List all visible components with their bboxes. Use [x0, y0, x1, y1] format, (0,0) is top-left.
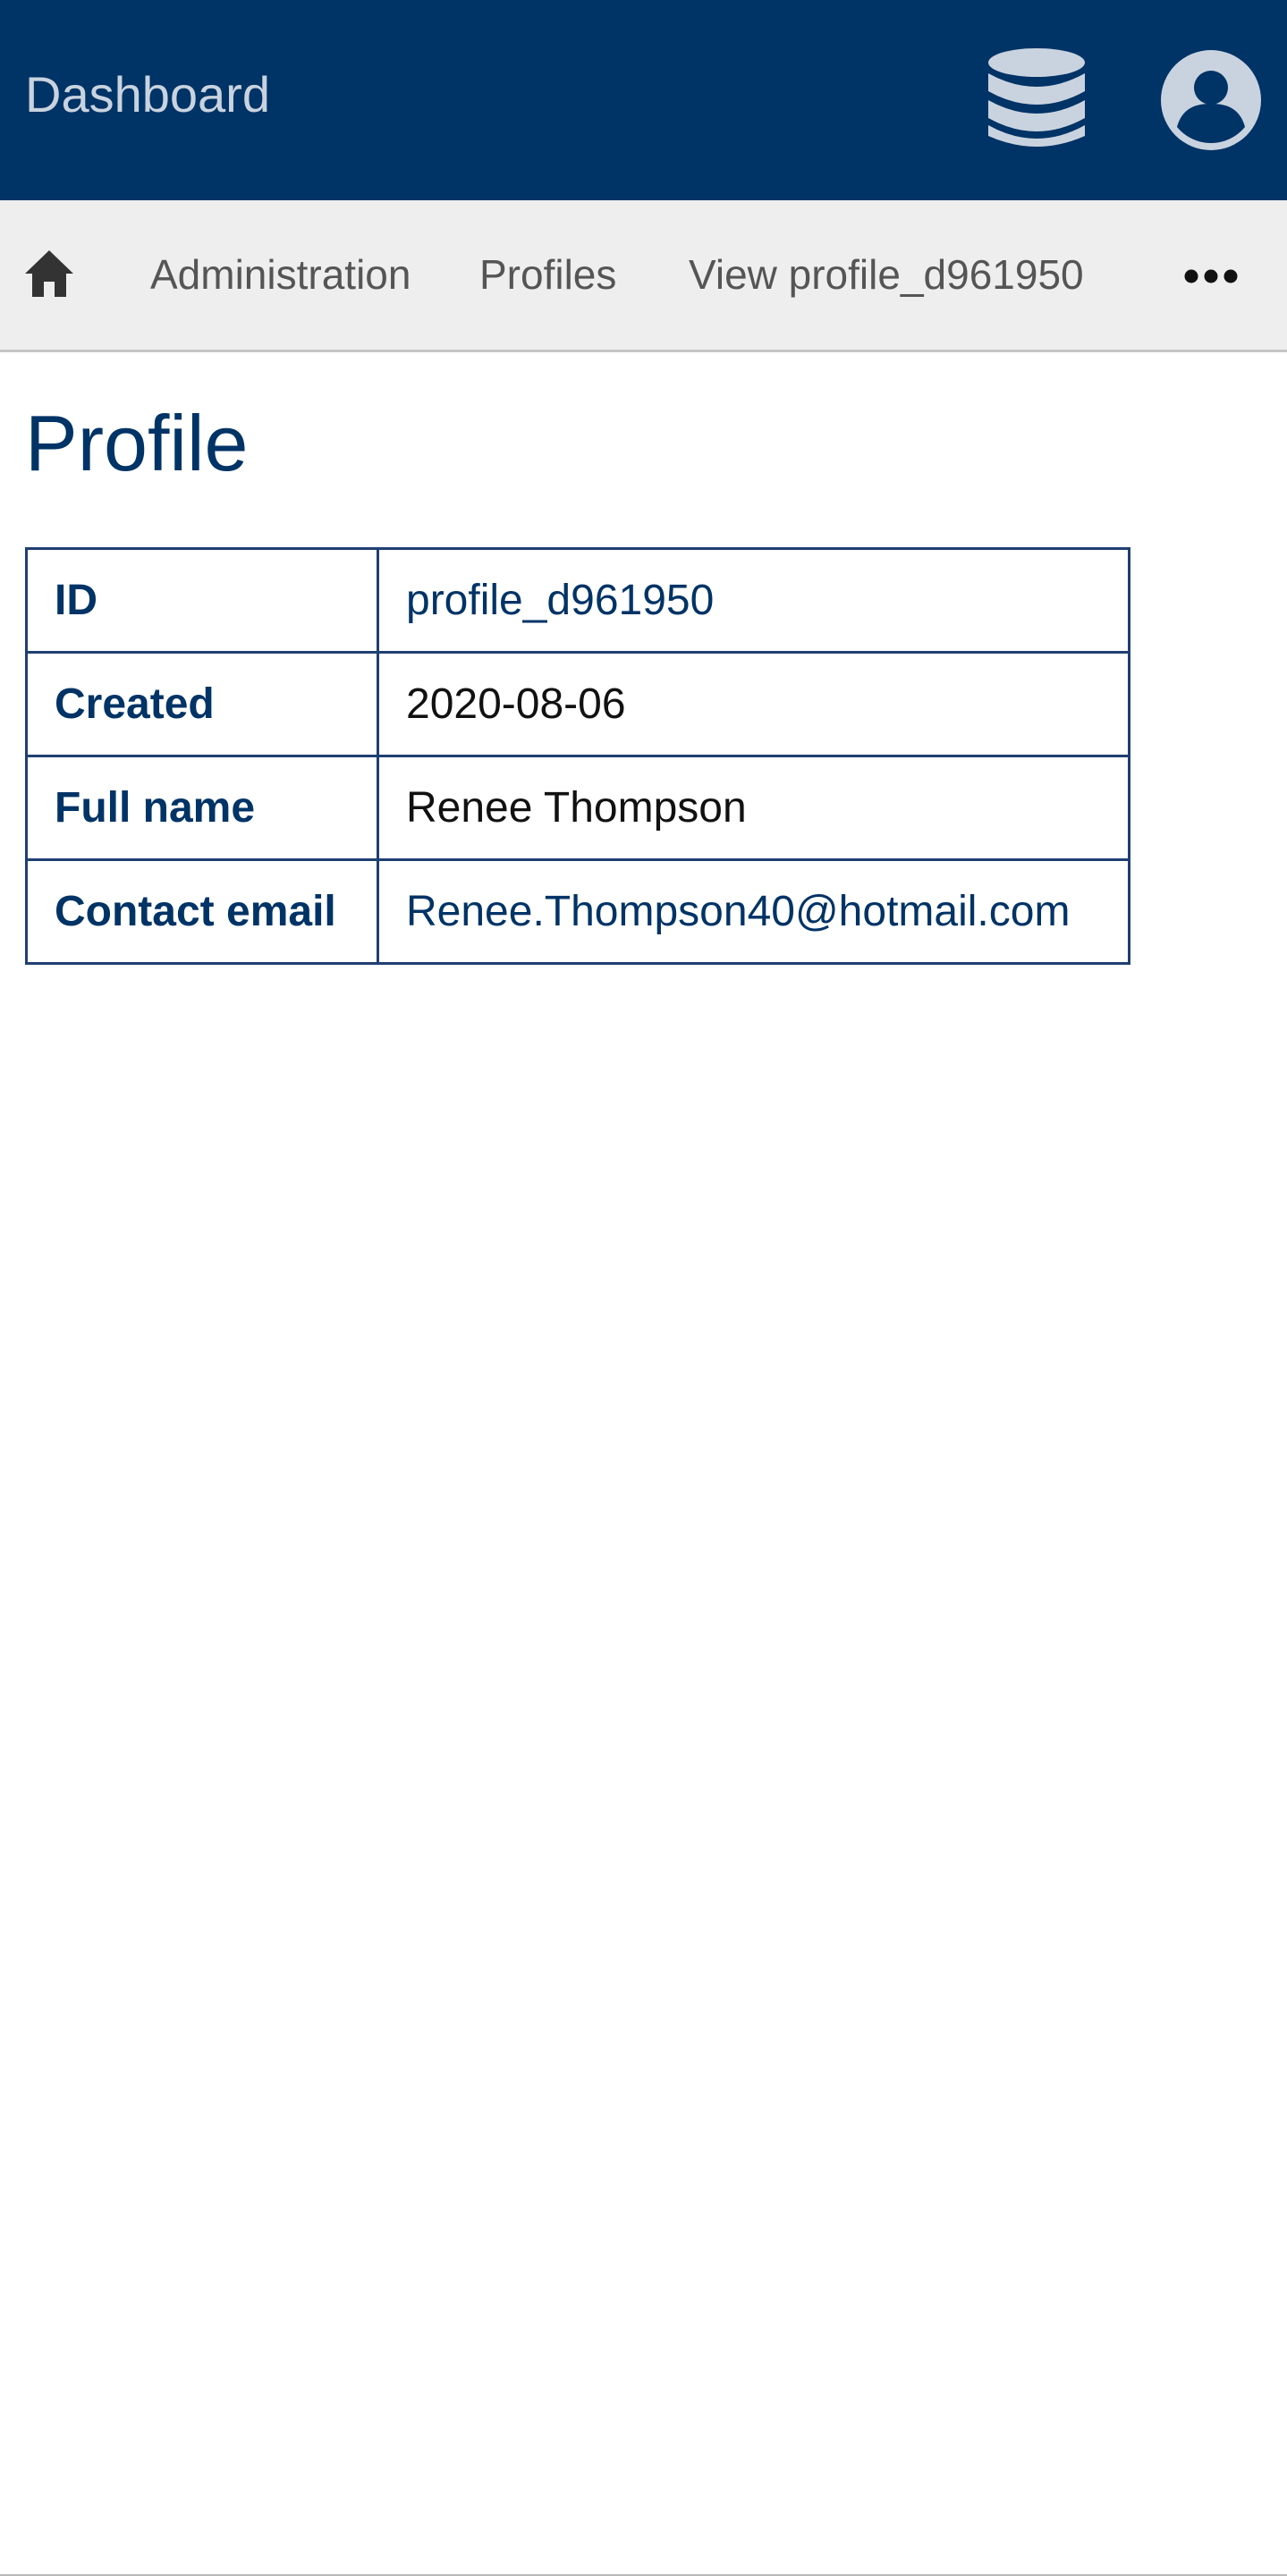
- detail-key-created: Created: [25, 651, 379, 757]
- detail-key-full-name: Full name: [25, 755, 379, 861]
- table-row: Created 2020-08-06: [25, 651, 1130, 757]
- contact-email-link[interactable]: Renee.Thompson40@hotmail.com: [406, 888, 1070, 935]
- profile-id-link[interactable]: profile_d961950: [406, 577, 714, 624]
- top-navbar: Dashboard: [0, 0, 1287, 200]
- page: Dashboard Administration Profiles View p…: [0, 0, 1287, 2576]
- detail-value-contact-email: Renee.Thompson40@hotmail.com: [377, 858, 1130, 965]
- home-icon: [25, 250, 73, 297]
- detail-key-id: ID: [25, 547, 379, 654]
- home-button[interactable]: [23, 249, 75, 299]
- detail-value-full-name: Renee Thompson: [377, 755, 1130, 861]
- more-horizontal-icon: [1184, 269, 1238, 283]
- profile-details-table: ID profile_d961950 Created 2020-08-06 Fu…: [25, 547, 1130, 965]
- breadcrumb-item-administration[interactable]: Administration: [150, 249, 411, 300]
- table-row: ID profile_d961950: [25, 547, 1130, 654]
- detail-value-created: 2020-08-06: [377, 651, 1130, 757]
- database-icon: [988, 48, 1085, 147]
- breadcrumb-item-profiles[interactable]: Profiles: [479, 249, 616, 300]
- table-row: Contact email Renee.Thompson40@hotmail.c…: [25, 858, 1130, 965]
- user-account-icon: [1161, 50, 1261, 150]
- user-account-button[interactable]: [1159, 48, 1263, 152]
- detail-value-id: profile_d961950: [377, 547, 1130, 654]
- breadcrumb-item-view-profile[interactable]: View profile_d961950: [689, 249, 1084, 300]
- page-title: Profile: [25, 399, 249, 487]
- more-options-button[interactable]: [1179, 254, 1243, 299]
- app-title-link[interactable]: Dashboard: [25, 63, 270, 127]
- database-button[interactable]: [986, 46, 1088, 150]
- breadcrumb: Administration Profiles View profile_d96…: [0, 200, 1287, 352]
- table-row: Full name Renee Thompson: [25, 755, 1130, 861]
- detail-key-contact-email: Contact email: [25, 858, 379, 965]
